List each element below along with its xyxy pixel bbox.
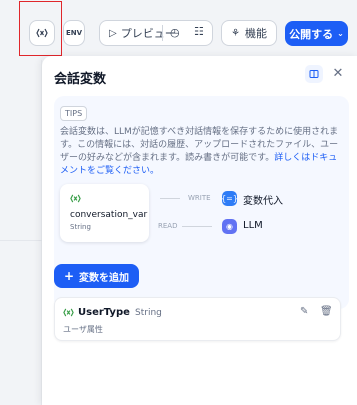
read-arrow [182,226,212,227]
variable-item[interactable]: UserType String ユーザ属性 ✎ 🗑 [54,297,341,341]
preview-group: ▷ プレビュー ◷ ☷ [99,20,213,46]
divider [162,25,163,41]
plus-icon: + [63,269,75,283]
checklist-icon[interactable]: ☷ [194,25,204,38]
chevron-down-icon: ⌄ [337,29,344,38]
add-variable-button[interactable]: + 変数を追加 [54,264,139,288]
read-label: READ [158,222,178,230]
llm-icon: ◉ [222,219,237,234]
variable-card-type: String [70,223,91,231]
canvas-left-strip [0,60,42,405]
variable-description: ユーザ属性 [63,325,103,334]
env-label: ENV [65,29,83,37]
variable-icon [70,194,81,203]
tips-text: 会話変数は、LLMが記憶すべき対話情報を保存するために使用されます。この情報には… [60,126,344,178]
add-variable-label: 変数を追加 [79,272,130,284]
highlight-box [19,1,62,56]
play-icon: ▷ [109,27,117,39]
close-icon[interactable]: ✕ [330,65,346,81]
features-button[interactable]: ⚘ 機能 [221,20,277,46]
write-label: WRITE [188,194,211,202]
publish-button[interactable]: 公開する ⌄ [285,21,348,46]
edit-icon[interactable]: ✎ [300,306,308,317]
variable-card-name: conversation_var [70,210,148,220]
features-icon: ⚘ [231,27,240,39]
variable-card: conversation_var String [60,184,149,242]
write-target: 変数代入 [243,196,283,207]
panel-title: 会話変数 [54,72,107,87]
tips-badge: TIPS [60,106,88,121]
divider [0,240,42,241]
publish-label: 公開する [289,27,334,41]
preview-label[interactable]: プレビュー [121,25,176,41]
history-icon[interactable]: ◷ [170,26,180,39]
variable-name: UserType [78,307,130,318]
variable-icon [63,308,74,317]
features-label: 機能 [244,27,267,40]
trash-icon[interactable]: 🗑 [320,306,333,317]
env-button[interactable]: ENV [63,20,85,46]
write-arrow [160,198,180,199]
read-target: LLM [243,220,263,231]
book-icon[interactable] [305,65,323,83]
assign-icon: {=} [221,191,238,206]
conversation-variables-panel: 会話変数 ✕ TIPS 会話変数は、LLMが記憶すべき対話情報を保存するために使… [42,56,357,405]
variable-type: String [135,308,162,318]
